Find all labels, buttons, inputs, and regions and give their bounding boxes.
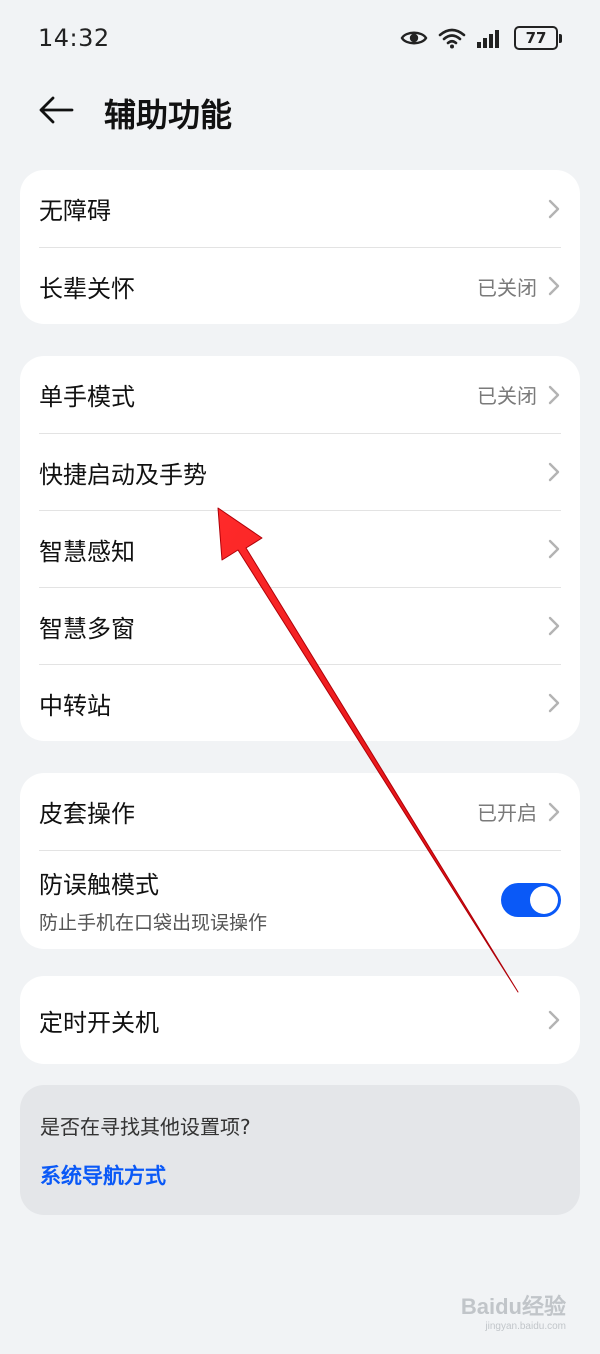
suggestion-card: 是否在寻找其他设置项? 系统导航方式 xyxy=(20,1085,580,1215)
wifi-icon xyxy=(438,27,466,49)
accidental-touch-toggle[interactable] xyxy=(501,883,561,917)
item-status: 已开启 xyxy=(477,801,537,825)
item-label: 智慧多窗 xyxy=(39,614,135,643)
item-label: 智慧感知 xyxy=(39,537,135,566)
settings-group-4: 定时开关机 xyxy=(20,976,580,1064)
eye-icon xyxy=(400,28,428,48)
toggle-knob xyxy=(530,886,558,914)
list-item-smart-multiwindow[interactable]: 智慧多窗 xyxy=(39,587,561,664)
system-navigation-link[interactable]: 系统导航方式 xyxy=(40,1160,166,1190)
settings-group-3: 皮套操作 已开启 防误触模式 防止手机在口袋出现误操作 xyxy=(20,773,580,949)
item-label: 中转站 xyxy=(39,691,111,720)
chevron-right-icon xyxy=(547,692,561,714)
item-subtitle: 防止手机在口袋出现误操作 xyxy=(39,912,268,934)
status-bar: 14:32 77 xyxy=(0,0,600,76)
chevron-right-icon xyxy=(547,615,561,637)
title-bar: 辅助功能 xyxy=(0,76,600,148)
chevron-right-icon xyxy=(547,538,561,560)
page-title: 辅助功能 xyxy=(104,96,233,134)
item-label: 防误触模式 xyxy=(39,871,159,899)
list-item-transfer-station[interactable]: 中转站 xyxy=(39,664,561,741)
item-status: 已关闭 xyxy=(477,384,537,408)
item-label: 无障碍 xyxy=(39,197,111,225)
chevron-right-icon xyxy=(547,461,561,483)
item-label: 长辈关怀 xyxy=(39,274,135,303)
list-item-elderly-care[interactable]: 长辈关怀 已关闭 xyxy=(39,247,561,324)
watermark-logo: Baidu经验 jingyan.baidu.com xyxy=(461,1289,566,1332)
suggestion-question: 是否在寻找其他设置项? xyxy=(40,1115,251,1139)
battery-icon: 77 xyxy=(514,26,562,50)
status-time: 14:32 xyxy=(38,24,110,52)
chevron-right-icon xyxy=(547,384,561,406)
arrow-left-icon xyxy=(38,95,74,129)
item-status: 已关闭 xyxy=(477,275,537,300)
chevron-right-icon xyxy=(547,198,561,220)
item-label: 定时开关机 xyxy=(39,1008,159,1037)
item-label: 快捷启动及手势 xyxy=(39,460,207,489)
item-label: 单手模式 xyxy=(39,383,135,411)
battery-level: 77 xyxy=(514,26,558,50)
watermark-sub: jingyan.baidu.com xyxy=(485,1321,566,1332)
back-button[interactable] xyxy=(36,94,76,130)
list-item-accidental-touch: 防误触模式 防止手机在口袋出现误操作 xyxy=(39,850,561,949)
list-item-smart-awareness[interactable]: 智慧感知 xyxy=(39,510,561,587)
list-item-shortcuts-gestures[interactable]: 快捷启动及手势 xyxy=(39,433,561,510)
list-item-cover-operation[interactable]: 皮套操作 已开启 xyxy=(39,773,561,850)
list-item-one-handed-mode[interactable]: 单手模式 已关闭 xyxy=(39,356,561,433)
signal-icon xyxy=(476,28,504,48)
list-item-scheduled-power[interactable]: 定时开关机 xyxy=(39,976,561,1064)
watermark-main: Baidu经验 xyxy=(460,1294,566,1319)
settings-group-1: 无障碍 长辈关怀 已关闭 xyxy=(20,170,580,324)
chevron-right-icon xyxy=(547,801,561,823)
item-label: 皮套操作 xyxy=(39,800,135,828)
list-item-accessibility[interactable]: 无障碍 xyxy=(39,170,561,247)
chevron-right-icon xyxy=(547,275,561,297)
chevron-right-icon xyxy=(547,1009,561,1031)
settings-group-2: 单手模式 已关闭 快捷启动及手势 智慧感知 智慧多窗 中转站 xyxy=(20,356,580,741)
status-icons: 77 xyxy=(400,26,562,50)
